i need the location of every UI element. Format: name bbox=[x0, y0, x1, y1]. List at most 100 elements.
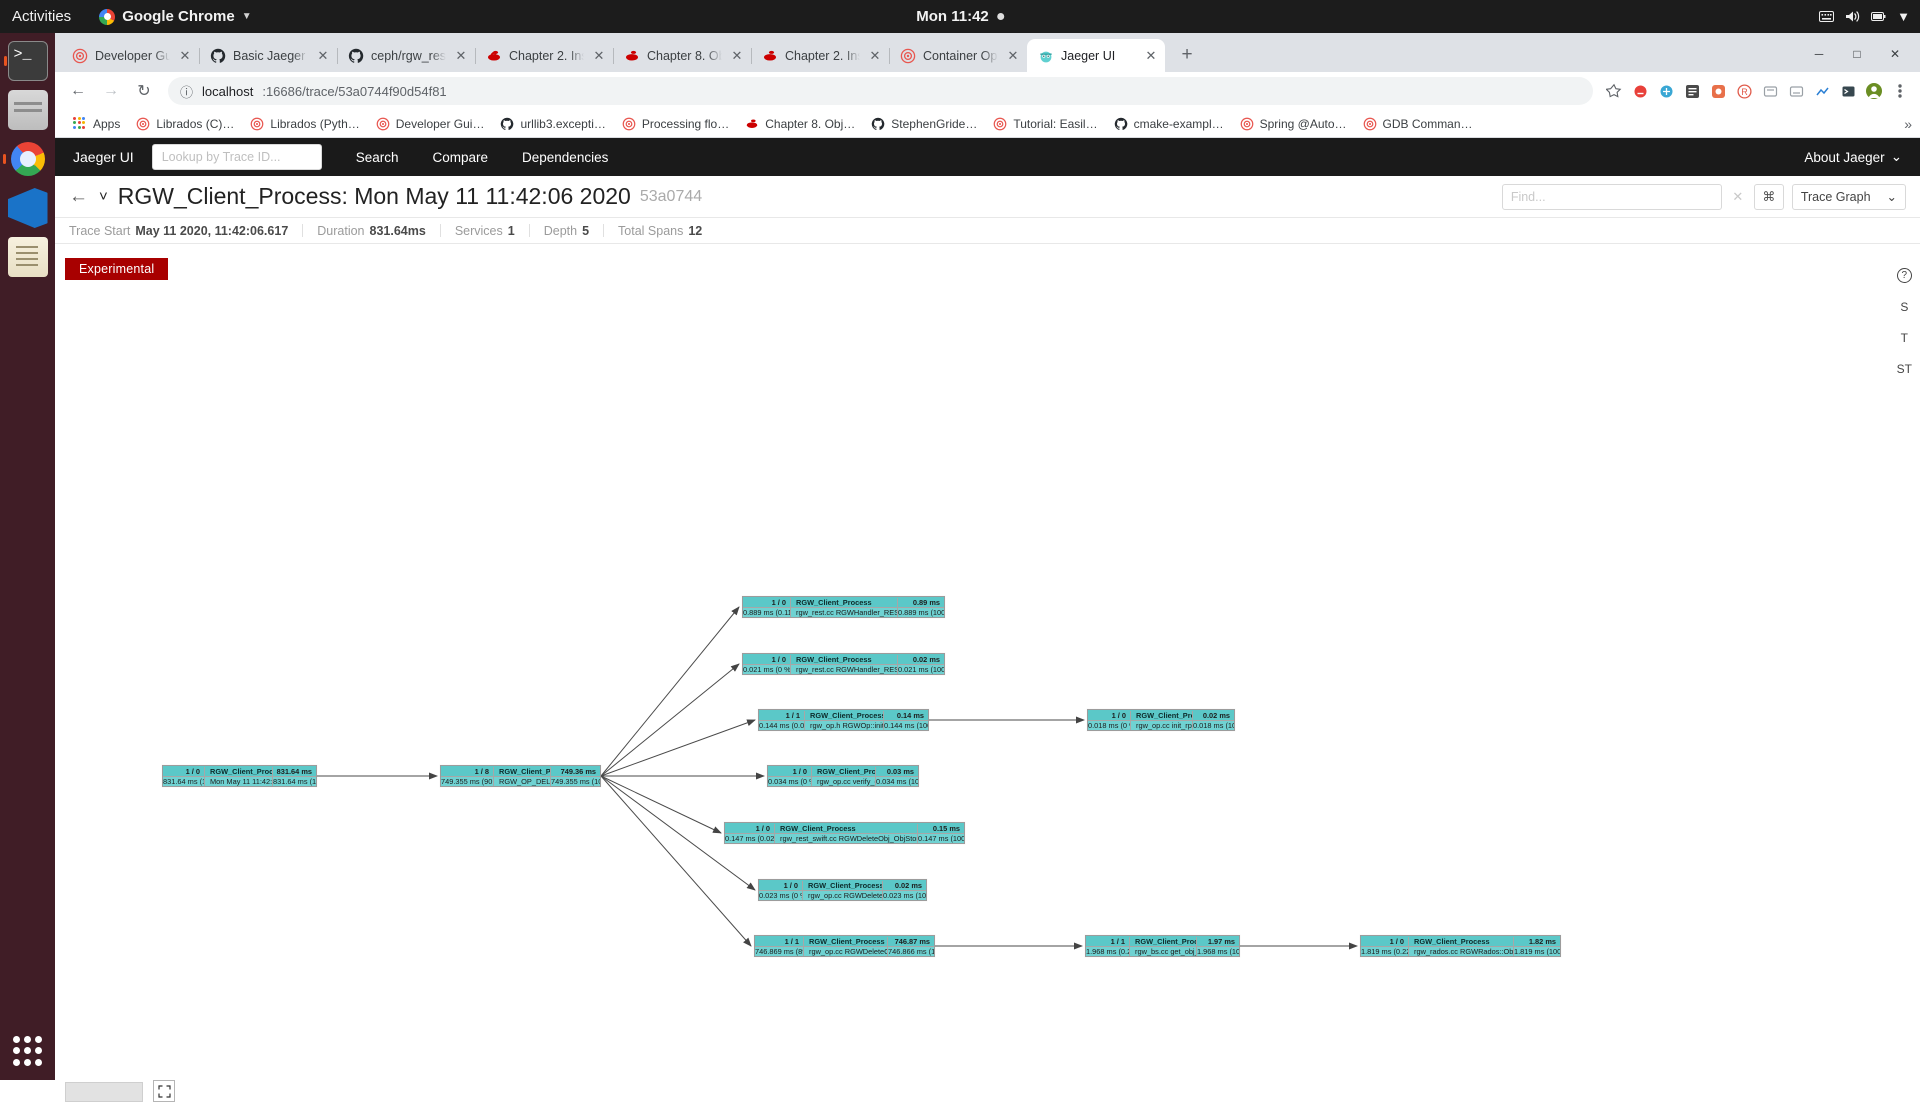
bookmarks-overflow-button[interactable]: » bbox=[1904, 116, 1912, 132]
text-editor-icon[interactable] bbox=[7, 237, 48, 277]
bookmark-item[interactable]: urllib3.excepti… bbox=[492, 114, 613, 134]
chevron-down-icon[interactable]: ˅ bbox=[99, 188, 108, 205]
keyboard-icon[interactable] bbox=[1819, 11, 1835, 22]
bookmark-star-icon[interactable] bbox=[1602, 79, 1626, 103]
browser-tab[interactable]: Chapter 2. Installatio ✕ bbox=[751, 39, 890, 72]
about-jaeger-menu[interactable]: About Jaeger ⌄ bbox=[1804, 149, 1902, 165]
extension-icon[interactable] bbox=[1758, 79, 1782, 103]
close-window-button[interactable]: ✕ bbox=[1876, 40, 1914, 68]
system-menu-caret-icon[interactable]: ▼ bbox=[1897, 9, 1910, 24]
keyboard-shortcuts-button[interactable]: ⌘ bbox=[1753, 183, 1784, 210]
node-self-time: 1.819 ms (0.22 %) bbox=[1361, 947, 1409, 956]
node-total-duration: 749.36 ms bbox=[550, 766, 600, 776]
extension-icon[interactable] bbox=[1810, 79, 1834, 103]
back-button[interactable]: ← bbox=[63, 76, 93, 106]
active-app-menu[interactable]: Google Chrome ▼ bbox=[99, 8, 252, 25]
maximize-button[interactable]: □ bbox=[1838, 40, 1876, 68]
graph-node[interactable]: 1 / 0RGW_Client_Process0.03 ms0.034 ms (… bbox=[767, 765, 919, 787]
browser-tab[interactable]: ceph/rgw_rest_client ✕ bbox=[337, 39, 476, 72]
graph-node[interactable]: 1 / 0 RGW_Client_Process 0.02 ms 0.023 ms (… bbox=[758, 879, 927, 901]
close-icon[interactable]: ✕ bbox=[1005, 48, 1021, 64]
graph-node[interactable]: 1 / 0 RGW_Client_Process 0.02 ms 0.021 ms (… bbox=[742, 653, 945, 675]
close-icon[interactable]: ✕ bbox=[177, 48, 193, 64]
browser-tab[interactable]: Container Operation ✕ bbox=[889, 39, 1027, 72]
nav-search[interactable]: Search bbox=[356, 150, 399, 165]
forward-button[interactable]: → bbox=[96, 76, 126, 106]
extension-icon[interactable] bbox=[1654, 79, 1678, 103]
graph-node[interactable]: 1 / 0 RGW_Client_Process 0.89 ms 0.889 ms (… bbox=[742, 596, 945, 618]
new-tab-button[interactable]: + bbox=[1173, 41, 1201, 69]
node-operation-name: rgw_op.cc init_rpms() bbox=[1136, 721, 1192, 730]
graph-node[interactable]: 1 / 0 RGW_Client_Process 1.82 ms 1.819 ms (… bbox=[1360, 935, 1561, 957]
browser-tab[interactable]: Chapter 8. Object Ga ✕ bbox=[613, 39, 752, 72]
minimize-button[interactable]: ─ bbox=[1800, 40, 1838, 68]
chrome-menu-icon[interactable] bbox=[1888, 79, 1912, 103]
bookmark-item[interactable]: Spring @Auto… bbox=[1232, 114, 1355, 134]
graph-node[interactable]: 1 / 8RGW_Client_Process749.36 ms749.355 … bbox=[440, 765, 601, 787]
close-icon[interactable]: ✕ bbox=[1143, 48, 1159, 64]
browser-tab[interactable]: Developer Guide (Qu ✕ bbox=[61, 39, 200, 72]
bookmark-item[interactable]: cmake-exampl… bbox=[1106, 114, 1232, 134]
minimap[interactable] bbox=[65, 1082, 143, 1102]
extension-icon[interactable]: R bbox=[1732, 79, 1756, 103]
trace-id-input[interactable]: Lookup by Trace ID... bbox=[151, 144, 322, 170]
bookmark-item[interactable]: Processing flo… bbox=[614, 114, 737, 134]
graph-node[interactable]: 1 / 0RGW_Client_Process831.64 ms831.64 m… bbox=[162, 765, 317, 787]
find-input[interactable]: Find... bbox=[1501, 183, 1722, 210]
service-key-toggle[interactable]: S bbox=[1900, 300, 1908, 314]
graph-node[interactable]: 1 / 1RGW_Client_Process1.97 ms1.968 ms (… bbox=[1085, 935, 1240, 957]
chrome-icon[interactable] bbox=[2, 139, 48, 179]
browser-tab[interactable]: Basic Jaeger Tracing ✕ bbox=[199, 39, 338, 72]
info-circle-icon[interactable]: ⓘ bbox=[180, 82, 193, 101]
bookmark-item[interactable]: Developer Gui… bbox=[368, 114, 493, 134]
help-icon[interactable]: ? bbox=[1896, 268, 1912, 283]
avatar[interactable] bbox=[1862, 79, 1886, 103]
bookmark-item[interactable]: StephenGride… bbox=[863, 114, 985, 134]
files-icon[interactable] bbox=[7, 90, 48, 130]
browser-tab[interactable]: Chapter 2. Installatio ✕ bbox=[475, 39, 614, 72]
vscode-icon[interactable] bbox=[7, 188, 48, 228]
close-icon[interactable]: ✕ bbox=[591, 48, 607, 64]
clear-find-icon[interactable]: ✕ bbox=[1730, 189, 1746, 205]
extension-icon[interactable] bbox=[1784, 79, 1808, 103]
bookmark-item[interactable]: Tutorial: Easil… bbox=[985, 114, 1105, 134]
bookmark-item[interactable]: Chapter 8. Obj… bbox=[737, 114, 863, 134]
extension-icon[interactable] bbox=[1680, 79, 1704, 103]
bookmark-item[interactable]: Librados (C)… bbox=[128, 114, 242, 134]
bookmark-item[interactable]: GDB Comman… bbox=[1355, 114, 1481, 134]
reload-button[interactable]: ↻ bbox=[129, 76, 159, 106]
service-trace-key-toggle[interactable]: ST bbox=[1897, 362, 1912, 376]
graph-node[interactable]: 1 / 0RGW_Client_Process0.02 ms0.018 ms (… bbox=[1087, 709, 1235, 731]
terminal-icon[interactable]: >_ bbox=[3, 41, 48, 81]
address-bar[interactable]: ⓘ localhost:16686/trace/53a0744f90d54f81 bbox=[168, 77, 1593, 105]
graph-edge bbox=[600, 663, 740, 777]
graph-node[interactable]: 1 / 1 RGW_Client_Process 746.87 ms 746.869 … bbox=[754, 935, 935, 957]
graph-node[interactable]: 1 / 0 RGW_Client_Process 0.15 ms 0.147 ms (… bbox=[724, 822, 965, 844]
extension-icon[interactable] bbox=[1706, 79, 1730, 103]
extension-icon[interactable] bbox=[1628, 79, 1652, 103]
close-icon[interactable]: ✕ bbox=[453, 48, 469, 64]
browser-tab-active[interactable]: Jaeger UI ✕ bbox=[1027, 39, 1165, 72]
view-selector[interactable]: Trace Graph ⌄ bbox=[1791, 183, 1906, 210]
bookmark-item[interactable]: Librados (Pyth… bbox=[242, 114, 367, 134]
activities-button[interactable]: Activities bbox=[12, 8, 71, 25]
jaeger-brand[interactable]: Jaeger UI bbox=[73, 149, 134, 165]
system-tray[interactable]: ▼ bbox=[1819, 9, 1910, 24]
extension-icon[interactable] bbox=[1836, 79, 1860, 103]
battery-icon[interactable] bbox=[1871, 11, 1886, 22]
graph-node[interactable]: 1 / 1 RGW_Client_Process 0.14 ms 0.144 ms (… bbox=[758, 709, 929, 731]
nav-compare[interactable]: Compare bbox=[432, 150, 488, 165]
trace-key-toggle[interactable]: T bbox=[1901, 331, 1908, 345]
tab-title: Chapter 8. Object Ga bbox=[647, 48, 722, 63]
nav-dependencies[interactable]: Dependencies bbox=[522, 150, 608, 165]
back-arrow-icon[interactable]: ← bbox=[69, 186, 99, 208]
fit-to-screen-icon[interactable] bbox=[153, 1080, 175, 1102]
volume-icon[interactable] bbox=[1845, 10, 1860, 23]
show-applications-icon[interactable] bbox=[12, 1036, 43, 1066]
trace-graph-canvas[interactable]: Experimental 1 / 0RGW_Client_Process831.… bbox=[55, 244, 1920, 1120]
close-icon[interactable]: ✕ bbox=[867, 48, 883, 64]
system-clock[interactable]: Mon 11:42 bbox=[916, 8, 1004, 25]
bookmark-item[interactable]: Apps bbox=[65, 114, 128, 134]
close-icon[interactable]: ✕ bbox=[729, 48, 745, 64]
close-icon[interactable]: ✕ bbox=[315, 48, 331, 64]
